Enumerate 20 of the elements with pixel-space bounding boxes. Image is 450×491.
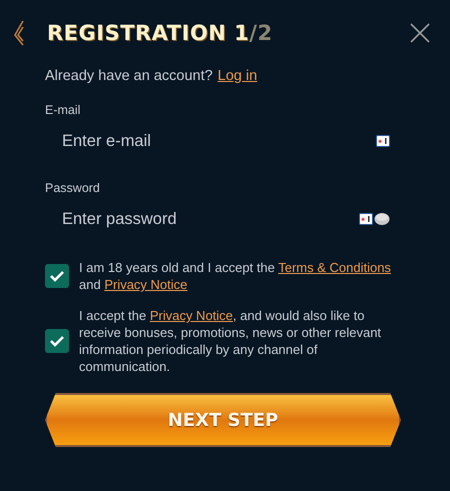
password-manager-icon[interactable]: [359, 212, 373, 226]
check-icon: [49, 335, 65, 347]
field-label: Password: [45, 181, 101, 195]
consent-text: I am 18 years old and I accept the Terms & Conditions and Privacy Notice: [79, 259, 392, 293]
password-field[interactable]: Enter password: [62, 210, 359, 228]
policy-link[interactable]: Privacy Notice: [150, 308, 233, 323]
registration-title: REGISTRATION 1/2: [47, 21, 274, 45]
login-prompt: Already have an account?: [45, 68, 213, 84]
close-icon[interactable]: [410, 23, 430, 43]
checkbox[interactable]: [45, 264, 69, 288]
email-field[interactable]: Enter e-mail: [62, 132, 376, 150]
check-icon: [49, 270, 65, 282]
field-label: E-mail: [45, 103, 82, 117]
policy-link[interactable]: Privacy Notice: [104, 277, 188, 292]
login-link[interactable]: Log in: [218, 68, 258, 84]
checkbox[interactable]: [45, 329, 69, 353]
policy-link[interactable]: Terms & Conditions: [278, 260, 391, 275]
password-manager-icon[interactable]: [376, 134, 390, 148]
back-icon[interactable]: [13, 19, 25, 47]
consent-text: I accept the Privacy Notice, and would also like to receive bonuses, promotions, news or other relevant information periodically by any channel of communication.: [79, 307, 382, 375]
